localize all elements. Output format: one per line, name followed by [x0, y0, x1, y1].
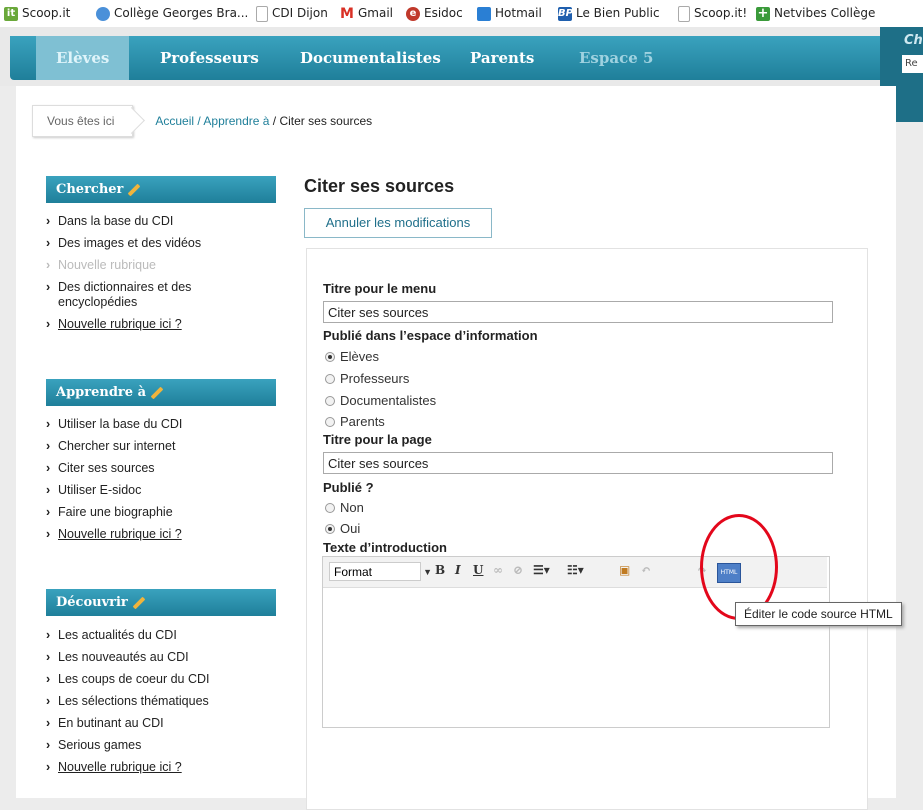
bookmark-gmail[interactable]: M Gmail [340, 0, 393, 27]
menu-title-input[interactable]: Citer ses sources [323, 301, 833, 323]
sidebar-heading-chercher: Chercher [46, 176, 276, 203]
page-title-label: Titre pour la page [323, 432, 432, 447]
sidebar-heading-decouvrir: Découvrir [46, 589, 276, 616]
netvibes-icon: + [756, 5, 770, 21]
sidebar-item-butinant[interactable]: En butinant au CDI [46, 716, 248, 731]
bookmark-scoopit-2[interactable]: Scoop.it! [678, 0, 747, 27]
sidebar-list-decouvrir: Les actualités du CDI Les nouveautés au … [46, 628, 248, 782]
bookmark-esidoc[interactable]: e Esidoc [406, 0, 463, 27]
chevron-down-icon: ▼ [423, 567, 432, 577]
radio-published-oui[interactable]: Oui [325, 521, 360, 536]
sidebar-item-chercher-internet[interactable]: Chercher sur internet [46, 439, 248, 454]
bookmark-netvibes[interactable]: + Netvibes Collège [756, 0, 875, 27]
sidebar-item-images-videos[interactable]: Des images et des vidéos [46, 236, 248, 251]
sidebar-heading-apprendre: Apprendre à [46, 379, 276, 406]
pencil-icon[interactable] [128, 183, 141, 196]
underline-icon[interactable]: U [473, 563, 483, 577]
radio-space-eleves[interactable]: Elèves [325, 349, 379, 364]
paste-word-icon[interactable]: ▣ [619, 563, 630, 577]
content-panel: Vous êtes ici Accueil / Apprendre à / Ci… [16, 86, 896, 810]
nav-tab-documentalistes[interactable]: Documentalistes [300, 36, 441, 80]
bookmarks-bar: it Scoop.it Collège Georges Bra... CDI Di… [0, 0, 923, 28]
intro-label: Texte d’introduction [323, 540, 447, 555]
globe-icon [96, 6, 110, 21]
sidebar-item-biographie[interactable]: Faire une biographie [46, 505, 248, 520]
radio-space-parents[interactable]: Parents [325, 414, 385, 429]
unlink-icon[interactable]: ⊘ [513, 563, 523, 577]
cancel-changes-button[interactable]: Annuler les modifications [304, 208, 492, 238]
radio-published-non[interactable]: Non [325, 500, 364, 515]
search-panel-title: Ch [904, 33, 923, 48]
gmail-icon: M [340, 5, 354, 22]
sidebar-item-nouveautes[interactable]: Les nouveautés au CDI [46, 650, 248, 665]
nav-tab-parents[interactable]: Parents [470, 36, 534, 80]
bullet-list-icon[interactable]: ☰▾ [533, 563, 550, 577]
breadcrumb-current: Citer ses sources [279, 114, 373, 128]
nav-tab-eleves[interactable]: Elèves [36, 36, 130, 80]
pencil-icon[interactable] [150, 386, 164, 399]
link-icon[interactable]: ∞ [493, 563, 503, 577]
sidebar-item-actualites[interactable]: Les actualités du CDI [46, 628, 248, 643]
breadcrumb-links: Accueil / Apprendre à / Citer ses source… [155, 114, 373, 128]
radio-button[interactable] [325, 523, 335, 534]
sidebar-item-utiliser-base[interactable]: Utiliser la base du CDI [46, 417, 248, 432]
sidebar-item-serious-games[interactable]: Serious games [46, 738, 248, 753]
sidebar-item-selections[interactable]: Les sélections thématiques [46, 694, 248, 709]
radio-space-documentalistes[interactable]: Documentalistes [325, 393, 436, 408]
page-icon [256, 5, 268, 22]
page-icon [678, 5, 690, 22]
sidebar-item-coups-de-coeur[interactable]: Les coups de coeur du CDI [46, 672, 248, 687]
radio-button[interactable] [325, 395, 335, 406]
bp-icon: BP [558, 6, 573, 21]
top-navigation: Elèves Professeurs Documentalistes Paren… [0, 27, 923, 122]
sidebar-item-add-rubrique[interactable]: Nouvelle rubrique ici ? [46, 317, 248, 332]
breadcrumb-here: Vous êtes ici [32, 105, 134, 137]
bookmark-cdi-dijon[interactable]: CDI Dijon [256, 0, 328, 27]
bold-icon[interactable]: B [435, 563, 445, 577]
radio-button[interactable] [325, 351, 335, 362]
sidebar-list-apprendre: Utiliser la base du CDI Chercher sur int… [46, 417, 248, 549]
published-in-label: Publié dans l’espace d’information [323, 328, 538, 343]
esidoc-icon: e [406, 6, 420, 21]
radio-button[interactable] [325, 502, 335, 513]
bookmark-scoopit[interactable]: it Scoop.it [4, 0, 70, 27]
sidebar-item-base-cdi[interactable]: Dans la base du CDI [46, 214, 248, 229]
hotmail-icon [477, 6, 491, 21]
search-input[interactable]: Re [902, 55, 923, 73]
page-title-input[interactable]: Citer ses sources [323, 452, 833, 474]
sidebar-item-citer-sources[interactable]: Citer ses sources [46, 461, 248, 476]
pencil-icon[interactable] [132, 596, 146, 609]
menu-title-label: Titre pour le menu [323, 281, 437, 296]
undo-icon[interactable]: ↶ [641, 563, 651, 577]
breadcrumb-section-link[interactable]: Apprendre à [203, 114, 269, 128]
sidebar-item-add-rubrique[interactable]: Nouvelle rubrique ici ? [46, 760, 248, 775]
format-select[interactable]: Format ▼ [329, 562, 432, 581]
bookmark-college[interactable]: Collège Georges Bra... [96, 0, 248, 27]
italic-icon[interactable]: I [455, 563, 461, 577]
bookmark-bien-public[interactable]: BP Le Bien Public [558, 0, 660, 27]
nav-tab-professeurs[interactable]: Professeurs [160, 36, 259, 80]
sidebar-list-chercher: Dans la base du CDI Des images et des vi… [46, 214, 248, 339]
sidebar-item-dictionnaires[interactable]: Des dictionnaires et des encyclopédies [46, 280, 248, 310]
page-title: Citer ses sources [304, 176, 455, 196]
html-source-tooltip: Éditer le code source HTML [735, 602, 902, 626]
radio-button[interactable] [325, 416, 335, 427]
scoopit-icon: it [4, 6, 18, 21]
radio-button[interactable] [325, 373, 335, 384]
numbered-list-icon[interactable]: ☷▾ [567, 563, 584, 577]
sidebar-item-nouvelle-rubrique[interactable]: Nouvelle rubrique [46, 258, 248, 273]
nav-bar: Elèves Professeurs Documentalistes Paren… [10, 36, 885, 80]
breadcrumb-home-link[interactable]: Accueil [155, 114, 194, 128]
published-label: Publié ? [323, 480, 374, 495]
breadcrumb: Vous êtes ici Accueil / Apprendre à / Ci… [32, 104, 372, 138]
bookmark-hotmail[interactable]: Hotmail [477, 0, 542, 27]
sidebar-item-esidoc[interactable]: Utiliser E-sidoc [46, 483, 248, 498]
nav-tab-espace-5[interactable]: Espace 5 [579, 36, 653, 80]
radio-space-professeurs[interactable]: Professeurs [325, 371, 409, 386]
sidebar-item-add-rubrique[interactable]: Nouvelle rubrique ici ? [46, 527, 248, 542]
